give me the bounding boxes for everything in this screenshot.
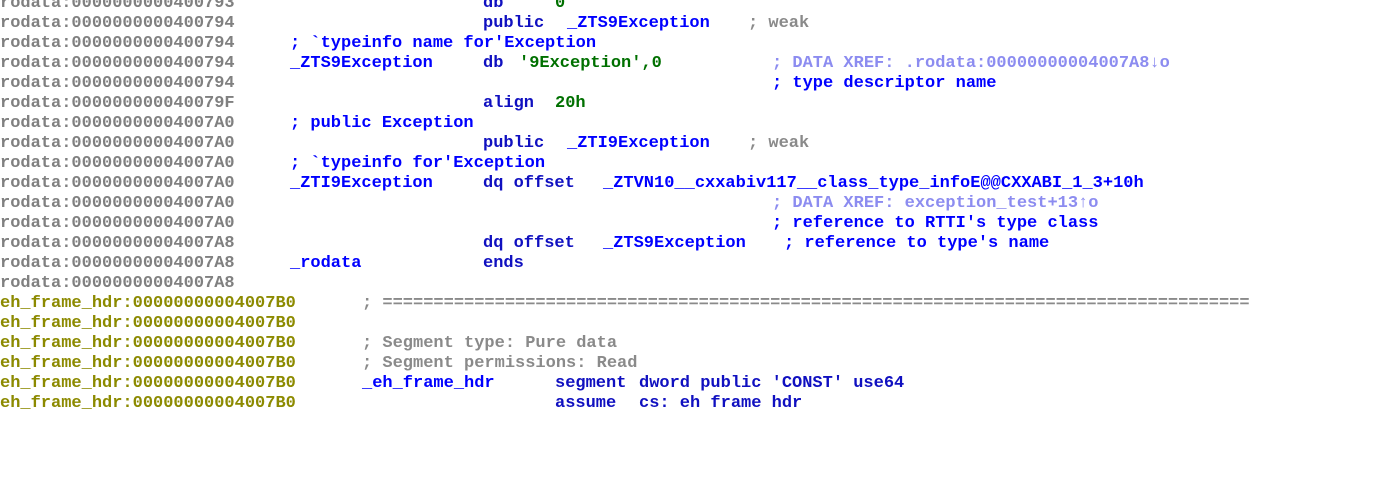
line-address: eh_frame_hdr:00000000004007B0 [0, 334, 296, 353]
listing-line[interactable]: rodata:00000000004007A0 ; `typeinfo for'… [0, 154, 1382, 174]
public-comment: ; public Exception [290, 114, 474, 133]
listing-line[interactable]: eh_frame_hdr:00000000004007B0 ; Segment … [0, 354, 1382, 374]
line-address: rodata:00000000004007A0 [0, 214, 235, 233]
line-address: rodata:0000000000400793 [0, 0, 235, 13]
instruction-operand: dword public 'CONST' use64 [639, 374, 905, 393]
line-comment: ; reference to type's name [784, 234, 1050, 253]
segment-permissions-comment: ; Segment permissions: Read [362, 354, 638, 373]
line-address: rodata:00000000004007A8 [0, 274, 235, 293]
separator-line: ; ======================================… [362, 294, 1250, 313]
line-address: rodata:00000000004007A0 [0, 154, 235, 173]
line-address: rodata:00000000004007A0 [0, 134, 235, 153]
line-address: eh_frame_hdr:00000000004007B0 [0, 354, 296, 373]
instruction-mnemonic: db [483, 54, 504, 73]
line-address: rodata:0000000000400794 [0, 54, 235, 73]
listing-line[interactable]: rodata:00000000004007A0 _ZTI9Exception d… [0, 174, 1382, 194]
instruction-mnemonic: dq offset [483, 174, 575, 193]
instruction-operand: 0 [555, 0, 566, 13]
line-address: rodata:0000000000400794 [0, 74, 235, 93]
listing-line[interactable]: rodata:0000000000400793 db 0 [0, 0, 1382, 14]
xref-comment[interactable]: ; DATA XREF: exception_test+13↑o [772, 194, 1098, 214]
line-address: rodata:000000000040079F [0, 94, 235, 113]
line-comment: ; type descriptor name [772, 74, 997, 93]
line-address: eh_frame_hdr:00000000004007B0 [0, 294, 296, 313]
instruction-operand: '9Exception',0 [519, 54, 662, 73]
listing-line[interactable]: eh_frame_hdr:00000000004007B0 [0, 314, 1382, 334]
listing-line[interactable]: eh_frame_hdr:00000000004007B0 assume cs:… [0, 394, 1382, 414]
xref-comment[interactable]: ; DATA XREF: .rodata:00000000004007A8↓o [772, 54, 1170, 74]
listing-line[interactable]: rodata:00000000004007A0 ; DATA XREF: exc… [0, 194, 1382, 214]
listing-line[interactable]: rodata:0000000000400794 ; type descripto… [0, 74, 1382, 94]
listing-line[interactable]: rodata:00000000004007A8 _rodata ends [0, 254, 1382, 274]
instruction-mnemonic: align [483, 94, 535, 113]
line-comment: ; reference to RTTI's type class [772, 214, 1099, 233]
line-address: rodata:00000000004007A8 [0, 234, 235, 253]
instruction-mnemonic: segment [555, 374, 627, 393]
listing-line[interactable]: rodata:0000000000400794 _ZTS9Exception d… [0, 54, 1382, 74]
line-address: rodata:00000000004007A0 [0, 114, 235, 133]
listing-line[interactable]: rodata:0000000000400794 public _ZTS9Exce… [0, 14, 1382, 34]
instruction-operand: cs: eh frame hdr [639, 394, 803, 413]
line-address: eh_frame_hdr:00000000004007B0 [0, 394, 296, 413]
segment-label[interactable]: _eh_frame_hdr [362, 374, 495, 394]
line-address: rodata:0000000000400794 [0, 34, 235, 53]
listing-line[interactable]: eh_frame_hdr:00000000004007B0 _eh_frame_… [0, 374, 1382, 394]
symbol-label[interactable]: _ZTS9Exception [290, 54, 433, 74]
symbol-name[interactable]: _ZTS9Exception [603, 234, 746, 254]
line-address: eh_frame_hdr:00000000004007B0 [0, 374, 296, 393]
line-comment: ; weak [748, 134, 810, 153]
instruction-mnemonic: ends [483, 254, 524, 273]
disassembly-listing[interactable]: rodata:0000000000400793 db 0 rodata:0000… [0, 0, 1382, 414]
segment-type-comment: ; Segment type: Pure data [362, 334, 618, 353]
listing-line[interactable]: rodata:00000000004007A8 [0, 274, 1382, 294]
listing-line[interactable]: eh_frame_hdr:00000000004007B0 ; Segment … [0, 334, 1382, 354]
instruction-mnemonic: db [483, 0, 504, 13]
listing-line[interactable]: eh_frame_hdr:00000000004007B0 ; ========… [0, 294, 1382, 314]
listing-line[interactable]: rodata:000000000040079F align 20h [0, 94, 1382, 114]
instruction-operand: 20h [555, 94, 586, 113]
symbol-name[interactable]: _ZTS9Exception [567, 14, 710, 34]
listing-line[interactable]: rodata:00000000004007A8 dq offset _ZTS9E… [0, 234, 1382, 254]
line-address: rodata:00000000004007A0 [0, 194, 235, 213]
listing-line[interactable]: rodata:00000000004007A0 public _ZTI9Exce… [0, 134, 1382, 154]
listing-line[interactable]: rodata:0000000000400794 ; `typeinfo name… [0, 34, 1382, 54]
line-address: rodata:00000000004007A8 [0, 254, 235, 273]
symbol-label[interactable]: _ZTI9Exception [290, 174, 433, 194]
instruction-mnemonic: public [483, 14, 545, 33]
segment-label[interactable]: _rodata [290, 254, 361, 274]
typeinfo-comment: ; `typeinfo for'Exception [290, 154, 546, 173]
line-address: rodata:00000000004007A0 [0, 174, 235, 193]
symbol-name[interactable]: _ZTVN10__cxxabiv117__class_type_infoE@@C… [603, 174, 1144, 194]
line-comment: ; weak [748, 14, 810, 33]
line-address: eh_frame_hdr:00000000004007B0 [0, 314, 296, 333]
listing-line[interactable]: rodata:00000000004007A0 ; reference to R… [0, 214, 1382, 234]
instruction-mnemonic: assume [555, 394, 617, 413]
typeinfo-comment: ; `typeinfo name for'Exception [290, 34, 597, 53]
instruction-mnemonic: dq offset [483, 234, 575, 253]
symbol-name[interactable]: _ZTI9Exception [567, 134, 710, 154]
line-address: rodata:0000000000400794 [0, 14, 235, 33]
instruction-mnemonic: public [483, 134, 545, 153]
listing-line[interactable]: rodata:00000000004007A0 ; public Excepti… [0, 114, 1382, 134]
